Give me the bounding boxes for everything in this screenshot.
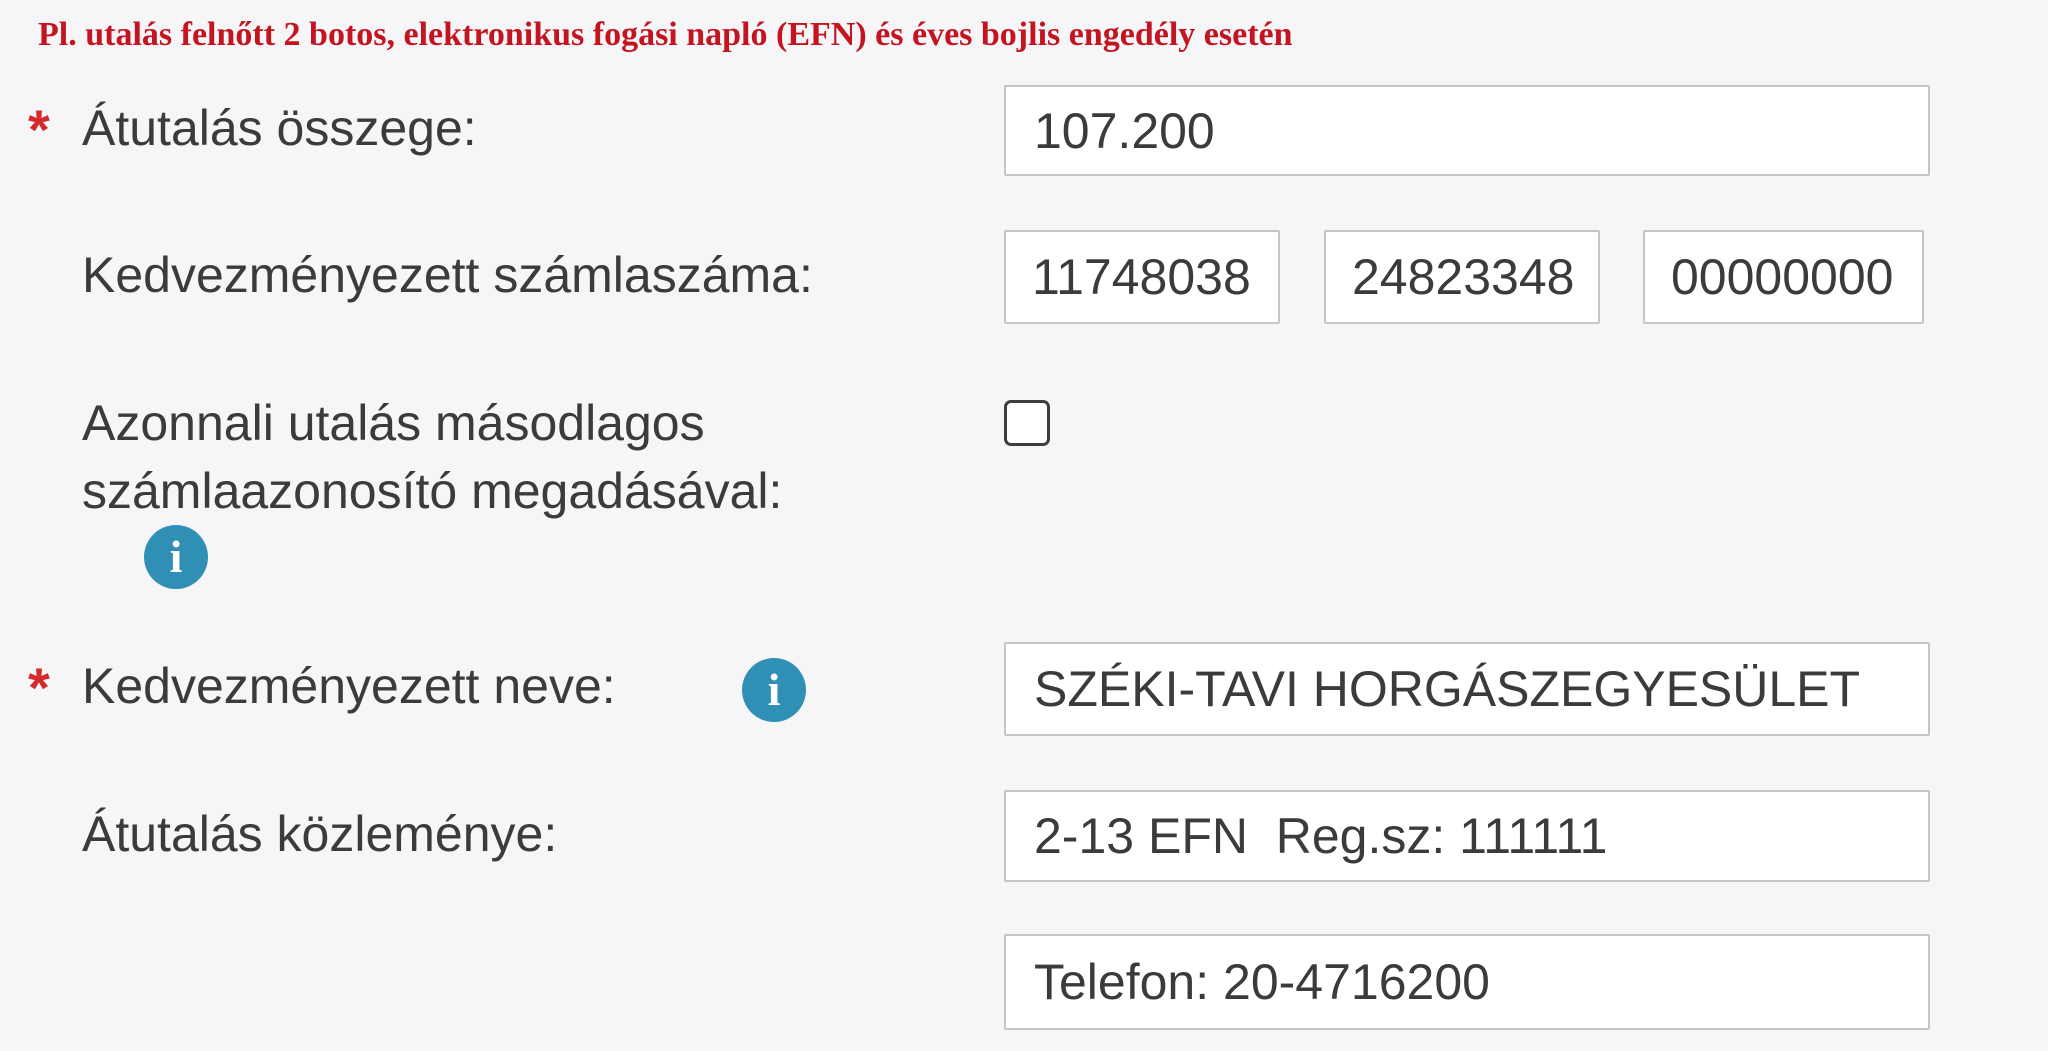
amount-label: Átutalás összege:	[82, 100, 477, 156]
amount-input[interactable]	[1004, 85, 1930, 176]
account-number-label: Kedvezményezett számlaszáma:	[82, 247, 813, 303]
remittance-label: Átutalás közleménye:	[82, 806, 558, 862]
instant-transfer-info-icon[interactable]: i	[144, 525, 208, 589]
page-banner: Pl. utalás felnőtt 2 botos, elektronikus…	[38, 16, 1293, 53]
remittance-line2-input[interactable]	[1004, 934, 1930, 1030]
beneficiary-name-info-icon[interactable]: i	[742, 658, 806, 722]
account-number-part3-input[interactable]	[1643, 230, 1924, 324]
instant-transfer-label-line2: számlaazonosító megadásával:	[82, 463, 783, 519]
required-marker: *	[28, 98, 50, 161]
instant-transfer-label-line1: Azonnali utalás másodlagos	[82, 395, 705, 451]
remittance-line1-input[interactable]	[1004, 790, 1930, 882]
required-marker: *	[28, 656, 50, 719]
instant-transfer-checkbox[interactable]	[1004, 400, 1050, 446]
account-number-part2-input[interactable]	[1324, 230, 1600, 324]
beneficiary-name-label: Kedvezményezett neve:	[82, 658, 616, 714]
beneficiary-name-input[interactable]	[1004, 642, 1930, 736]
account-number-part1-input[interactable]	[1004, 230, 1280, 324]
